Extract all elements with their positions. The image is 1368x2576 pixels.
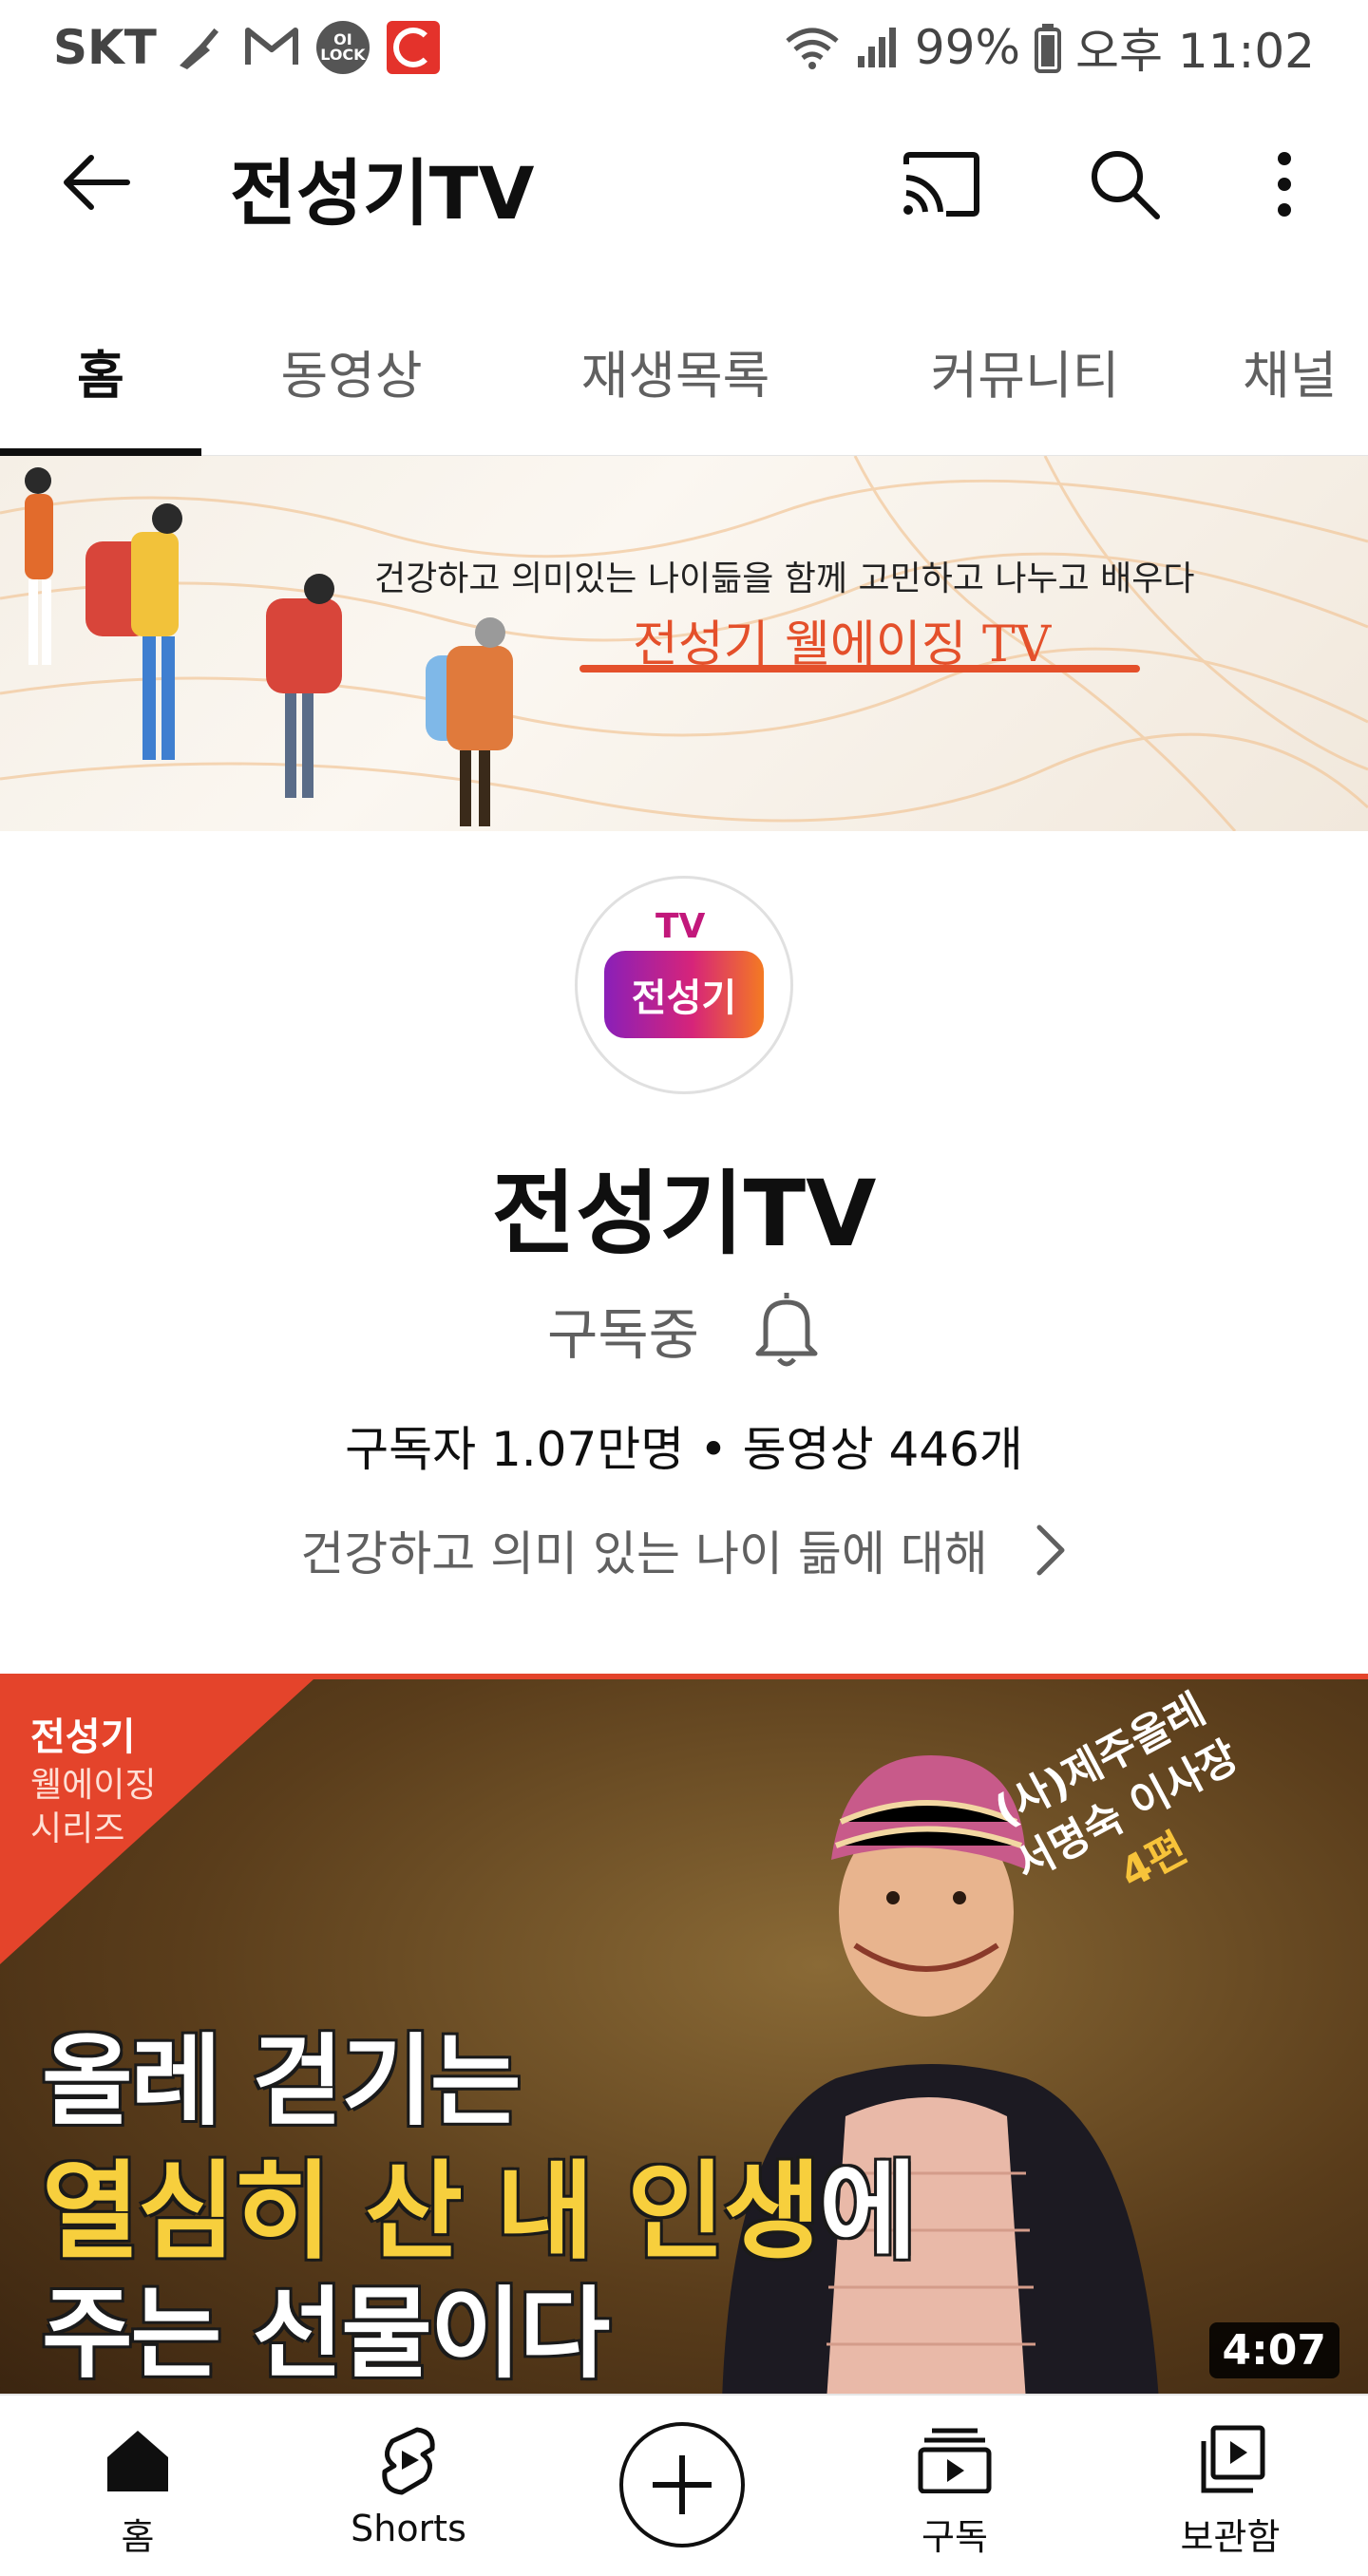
page-title: 전성기TV [230, 151, 535, 236]
nav-home[interactable]: 홈 [57, 2396, 218, 2576]
channel-name: 전성기TV [491, 1161, 877, 1267]
channel-banner: 건강하고 의미있는 나이듦을 함께 고민하고 나누고 배우다 전성기 웰에이징 … [0, 456, 1368, 831]
library-icon [1201, 2425, 1265, 2493]
series-brand: 전성기 [30, 1715, 136, 1759]
channel-stats: 구독자 1.07만명 • 동영상 446개 [345, 1422, 1023, 1477]
home-icon [107, 2431, 168, 2491]
tab-playlists[interactable]: 재생목록 [502, 285, 849, 456]
chevron-right-icon [1036, 1525, 1065, 1576]
nav-subscriptions[interactable]: 구독 [884, 2396, 1026, 2576]
nav-home-label: 홈 [121, 2516, 155, 2558]
featured-video-thumbnail[interactable]: 전성기 웰에이징 시리즈 (사)제주올레 서명숙 이사장 4편 올레 걷기는 열… [0, 1674, 1368, 2394]
bell-icon [755, 1293, 818, 1367]
subscriptions-icon [918, 2428, 992, 2493]
broom-icon [174, 24, 227, 71]
nav-subscriptions-label: 구독 [922, 2516, 988, 2558]
tab-home[interactable]: 홈 [0, 285, 201, 456]
status-bar: SKT OI LOCK 99% 오후 11:02 [0, 0, 1368, 95]
nav-library[interactable]: 보관함 [1150, 2396, 1311, 2576]
create-icon [653, 2455, 712, 2514]
video-duration: 4:07 [1208, 2322, 1340, 2378]
cast-button[interactable] [901, 144, 980, 224]
back-button[interactable] [57, 144, 133, 220]
more-options-button[interactable] [1244, 144, 1324, 224]
avatar-logo: TV 전성기 [604, 907, 764, 1038]
notification-bell-button[interactable] [752, 1287, 821, 1373]
more-vert-icon [1278, 152, 1291, 217]
create-button[interactable] [619, 2422, 745, 2548]
channel-description: 건강하고 의미 있는 나이 듦에 대해 [300, 1526, 988, 1582]
headline-line1: 올레 걷기는 [42, 2023, 522, 2139]
carrier-label: SKT [53, 20, 157, 75]
signal-icon [854, 24, 902, 71]
shorts-icon [382, 2427, 435, 2495]
channel-avatar[interactable]: TV 전성기 [575, 876, 793, 1094]
subscribed-button[interactable]: 구독중 [547, 1290, 699, 1370]
lock-app-icon: OI LOCK [315, 21, 370, 74]
nav-shorts-label: Shorts [351, 2508, 466, 2549]
nav-shorts[interactable]: Shorts [323, 2396, 494, 2576]
search-button[interactable] [1085, 144, 1165, 224]
lock-app-label: OI LOCK [320, 30, 366, 64]
battery-icon [1034, 22, 1062, 73]
series-label-line3: 시리즈 [30, 1809, 125, 1848]
tab-channels[interactable]: 채널 [1201, 285, 1368, 456]
nav-library-label: 보관함 [1180, 2516, 1281, 2558]
battery-percent: 99% [914, 20, 1020, 75]
banner-underline [580, 665, 1140, 672]
avatar-tv-label: TV [656, 907, 706, 946]
gmail-icon [244, 27, 299, 68]
headline-line3: 주는 선물이다 [42, 2276, 610, 2392]
cast-icon [903, 152, 979, 217]
clock: 오후 11:02 [1075, 24, 1315, 79]
back-arrow-icon [64, 155, 130, 210]
app-bar: 전성기TV [0, 95, 1368, 266]
avatar-logo-text: 전성기 [631, 976, 737, 1020]
channel-description-row[interactable]: 건강하고 의미 있는 나이 듦에 대해 [0, 1516, 1368, 1584]
subscribe-row: 구독중 [0, 1287, 1368, 1373]
channel-tabs: 홈 동영상 재생목록 커뮤니티 채널 [0, 285, 1368, 456]
series-label-line2: 웰에이징 [30, 1766, 157, 1805]
tab-community[interactable]: 커뮤니티 [849, 285, 1201, 456]
tab-videos[interactable]: 동영상 [201, 285, 502, 456]
c-app-icon [386, 21, 440, 74]
wifi-icon [784, 24, 841, 71]
hiker-figures [25, 467, 513, 826]
bottom-navigation: 홈 Shorts 구독 보관함 [0, 2394, 1368, 2576]
banner-tagline: 건강하고 의미있는 나이듦을 함께 고민하고 나누고 배우다 [374, 559, 1195, 598]
headline-line2-rest: 에 [819, 2150, 917, 2274]
search-icon [1092, 151, 1160, 219]
